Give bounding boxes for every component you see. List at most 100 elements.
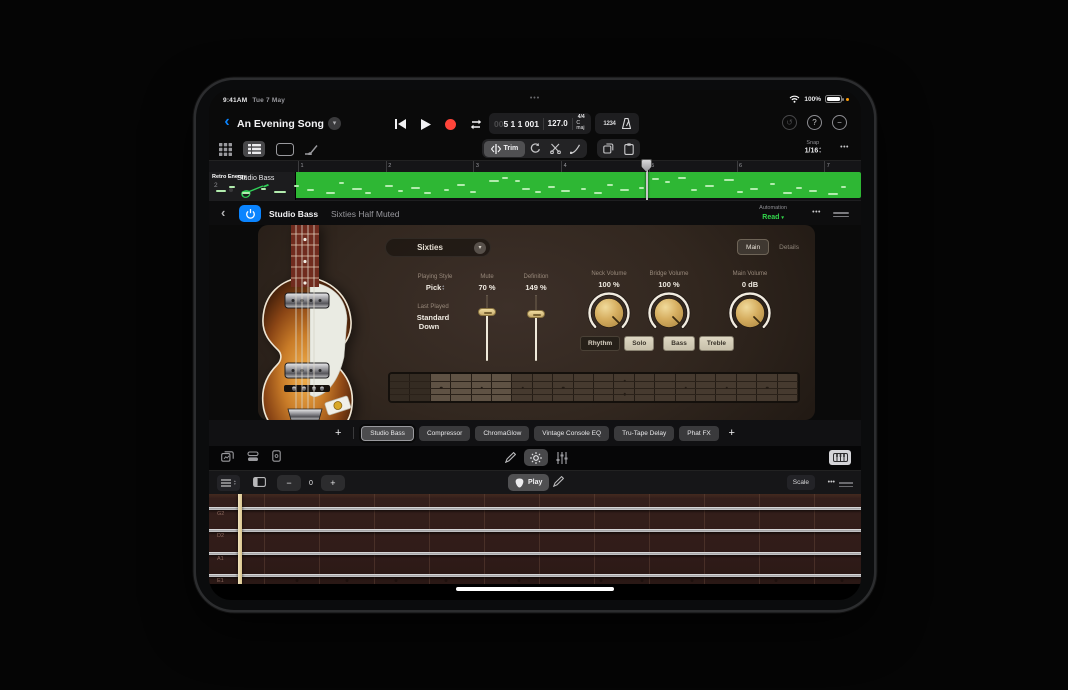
toolbar-more-button[interactable]: ••• xyxy=(840,144,849,151)
pickup-button-rhythm[interactable]: Rhythm xyxy=(580,336,620,351)
plugin-chain-item-compressor[interactable]: Compressor xyxy=(419,426,470,441)
loop-browser-icon[interactable] xyxy=(247,451,259,462)
lcd-display[interactable]: 005 1 1 001 127.0 4/4 C maj xyxy=(489,113,591,134)
playing-style-value[interactable]: Pick▴▾ xyxy=(426,283,444,292)
preset-selector[interactable]: Sixties ▾ xyxy=(385,238,491,257)
plugin-chain-item-chromaglow[interactable]: ChromaGlow xyxy=(475,426,529,441)
plugin-resize-handle[interactable] xyxy=(833,210,849,219)
play-tool-button[interactable]: Play xyxy=(508,474,549,491)
mixer-faders-icon[interactable] xyxy=(556,452,568,464)
trim-tool-button[interactable]: Trim xyxy=(484,141,526,157)
studio-bass-plugin: Sixties ▾ MainDetails Playing Style Pick… xyxy=(258,225,815,420)
add-plugin-button[interactable]: + xyxy=(724,427,740,439)
sidebar-panel-icon[interactable] xyxy=(253,477,266,487)
automation-button[interactable] xyxy=(305,144,319,155)
editor-pencil-icon[interactable] xyxy=(553,476,564,487)
go-to-beginning-button[interactable] xyxy=(393,117,408,132)
plugin-controls-button[interactable] xyxy=(524,449,548,466)
minimize-button[interactable]: − xyxy=(832,115,847,130)
bridge-volume-knob[interactable] xyxy=(647,291,691,335)
midi-note xyxy=(607,184,613,186)
midi-note xyxy=(561,190,570,192)
marquee-tool-button[interactable] xyxy=(276,143,294,156)
midi-region[interactable]: Retro Energy xyxy=(209,172,861,198)
automation-control[interactable]: Automation Read ▾ xyxy=(759,204,787,223)
plugin-more-button[interactable]: ••• xyxy=(812,209,821,216)
transpose-minus-button[interactable]: − xyxy=(277,475,301,491)
main-volume-knob[interactable] xyxy=(728,291,772,335)
live-loops-grid-icon[interactable] xyxy=(219,143,232,156)
editor-list-menu[interactable]: ▴▾ xyxy=(217,475,240,491)
fret-inlay-dot xyxy=(775,579,778,582)
midi-note xyxy=(522,188,530,190)
fretboard-range-strip[interactable] xyxy=(388,372,800,403)
plugin-view-tabs: MainDetails xyxy=(737,239,807,255)
keyboard-button[interactable] xyxy=(829,450,851,465)
add-plugin-button[interactable]: + xyxy=(330,427,346,439)
plugin-chain-item-tru-tape-delay[interactable]: Tru-Tape Delay xyxy=(614,426,674,441)
copy-icon[interactable] xyxy=(599,141,619,157)
plugin-chain-item-studio-bass[interactable]: Studio Bass xyxy=(361,426,414,441)
fade-tool-icon[interactable] xyxy=(565,141,585,157)
plugin-chain-item-phat-fx[interactable]: Phat FX xyxy=(679,426,718,441)
plugin-power-button[interactable] xyxy=(239,205,261,222)
pickup-button-bass[interactable]: Bass xyxy=(663,336,695,351)
transpose-value: 0 xyxy=(309,480,313,487)
transpose-plus-button[interactable]: + xyxy=(321,475,345,491)
editor-resize-handle[interactable] xyxy=(839,480,853,489)
multitask-dots[interactable]: ••• xyxy=(530,95,540,102)
back-button[interactable]: ‹ xyxy=(219,114,235,132)
metronome-icon[interactable] xyxy=(622,118,631,129)
browser-icon[interactable] xyxy=(221,451,234,462)
plugin-chain-item-vintage-console-eq[interactable]: Vintage Console EQ xyxy=(534,426,609,441)
cycle-button[interactable] xyxy=(468,117,483,132)
fretboard-editor[interactable]: G2D2A1E1 xyxy=(209,494,861,584)
stage: 9:41AMTue 7 May ••• 100% ‹ An Even xyxy=(0,0,1068,690)
scale-button[interactable]: Scale xyxy=(787,475,815,490)
count-in-button[interactable]: 1234 xyxy=(603,121,615,127)
bridge-volume-value: 100 % xyxy=(658,280,679,289)
play-button[interactable] xyxy=(418,117,433,132)
midi-note xyxy=(326,192,335,194)
automation-mode: Read ▾ xyxy=(759,213,787,223)
mute-slider[interactable] xyxy=(478,295,496,363)
pencil-edit-icon[interactable] xyxy=(505,452,516,463)
song-menu-chevron-icon[interactable]: ▾ xyxy=(328,117,341,130)
snap-control[interactable]: Snap 1/16▴▾ xyxy=(805,139,821,155)
midi-note xyxy=(261,188,266,190)
bass-guitar-icon xyxy=(241,183,271,199)
plugin-tab-main[interactable]: Main xyxy=(737,239,769,255)
help-button[interactable]: ? xyxy=(807,115,822,130)
loop-tool-icon[interactable] xyxy=(525,141,545,157)
fret-inlay-dot xyxy=(841,579,844,582)
fret-marker-dot xyxy=(481,386,484,389)
editor-more-button[interactable]: ••• xyxy=(828,479,835,486)
pickup-button-treble[interactable]: Treble xyxy=(699,336,734,351)
home-indicator[interactable] xyxy=(456,587,614,591)
playhead-position: 005 1 1 001 xyxy=(494,119,539,129)
song-title[interactable]: An Evening Song xyxy=(237,118,324,130)
touch-pick-icon xyxy=(515,478,524,488)
fret-marker-dot xyxy=(623,393,626,396)
split-scissors-icon[interactable] xyxy=(545,141,565,157)
record-button[interactable] xyxy=(443,117,458,132)
paste-clipboard-icon[interactable] xyxy=(619,141,639,157)
track-lane: 2 Studio Bass Retro Energy xyxy=(209,172,861,200)
pickup-button-solo[interactable]: Solo xyxy=(624,336,654,351)
plugin-tab-details[interactable]: Details xyxy=(771,239,807,255)
midi-note xyxy=(652,178,659,180)
device-connect-icon[interactable] xyxy=(272,450,281,462)
bottom-strip xyxy=(209,584,861,600)
tracks-view-button[interactable] xyxy=(243,141,265,157)
plugin-chain: + Studio Bass Compressor ChromaGlow Vintage … xyxy=(209,420,861,446)
editor-playhead[interactable] xyxy=(238,494,242,584)
redo-button[interactable]: ↺ xyxy=(782,115,797,130)
plugin-back-button[interactable]: ‹ xyxy=(221,206,225,220)
bridge-volume-label: Bridge Volume xyxy=(649,271,688,277)
region-name: Retro Energy xyxy=(212,174,247,180)
bar-ruler[interactable]: 1234567 xyxy=(209,160,861,172)
neck-volume-knob[interactable] xyxy=(587,291,631,335)
preset-name: Sixties xyxy=(386,243,474,252)
definition-slider[interactable] xyxy=(527,295,545,363)
ruler-bar-number: 7 xyxy=(827,163,830,169)
